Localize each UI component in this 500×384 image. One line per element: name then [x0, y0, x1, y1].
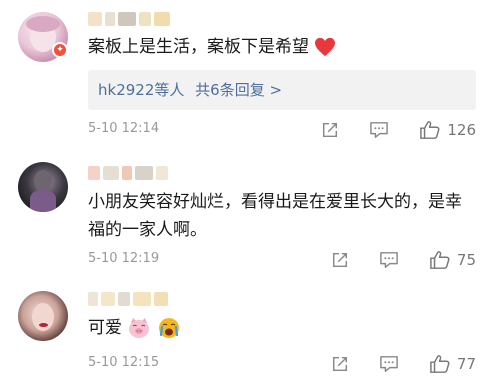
action-bar: 77: [301, 352, 476, 376]
comment-meta: 5-10 12:15 77: [88, 352, 476, 376]
crying-face-emoji: [158, 318, 179, 338]
username-blurred[interactable]: [88, 12, 198, 30]
timestamp: 5-10 12:19: [88, 251, 160, 266]
like-count: 75: [456, 251, 476, 269]
thumb-up-icon: [430, 355, 450, 373]
comment-meta: 5-10 12:19 75: [88, 248, 476, 272]
username-blurred[interactable]: [88, 166, 198, 184]
verified-badge-icon: ✦: [52, 42, 68, 58]
timestamp: 5-10 12:14: [88, 121, 160, 136]
comment-icon: [380, 252, 398, 268]
action-bar: 75: [301, 248, 476, 272]
comment-text: 案板上是生活，案板下是希望: [88, 33, 476, 61]
comment-button[interactable]: [369, 121, 389, 139]
comment-meta: 5-10 12:14 126: [88, 118, 476, 142]
share-icon: [332, 356, 347, 372]
comment-icon: [380, 356, 398, 372]
share-button[interactable]: [331, 355, 349, 373]
share-button[interactable]: [321, 121, 339, 139]
avatar[interactable]: [18, 291, 68, 341]
like-count: 77: [456, 355, 476, 373]
pig-emoji: [129, 318, 150, 338]
thumb-up-icon: [430, 251, 450, 269]
reply-count-link[interactable]: 共6条回复 >: [195, 81, 282, 99]
timestamp: 5-10 12:15: [88, 355, 160, 370]
like-button[interactable]: 126: [419, 120, 476, 140]
comment-text: 可爱: [88, 314, 476, 342]
like-count: 126: [447, 121, 476, 139]
comment-button[interactable]: [379, 355, 399, 373]
reply-users[interactable]: hk2922等人: [98, 81, 184, 99]
reply-summary[interactable]: hk2922等人 共6条回复 >: [88, 70, 476, 110]
share-icon: [323, 122, 338, 138]
red-heart-emoji: [315, 37, 336, 57]
comment-icon: [370, 122, 389, 138]
share-button[interactable]: [331, 251, 349, 269]
thumb-up-icon: [420, 121, 440, 139]
like-button[interactable]: 75: [429, 250, 476, 270]
share-icon: [332, 252, 347, 268]
username-blurred[interactable]: [88, 292, 198, 310]
avatar[interactable]: [18, 162, 68, 212]
action-bar: 126: [291, 118, 476, 142]
comment-button[interactable]: [379, 251, 399, 269]
comment-text: 小朋友笑容好灿烂，看得出是在爱里长大的，是幸福的一家人啊。: [88, 192, 462, 240]
like-button[interactable]: 77: [429, 354, 476, 374]
